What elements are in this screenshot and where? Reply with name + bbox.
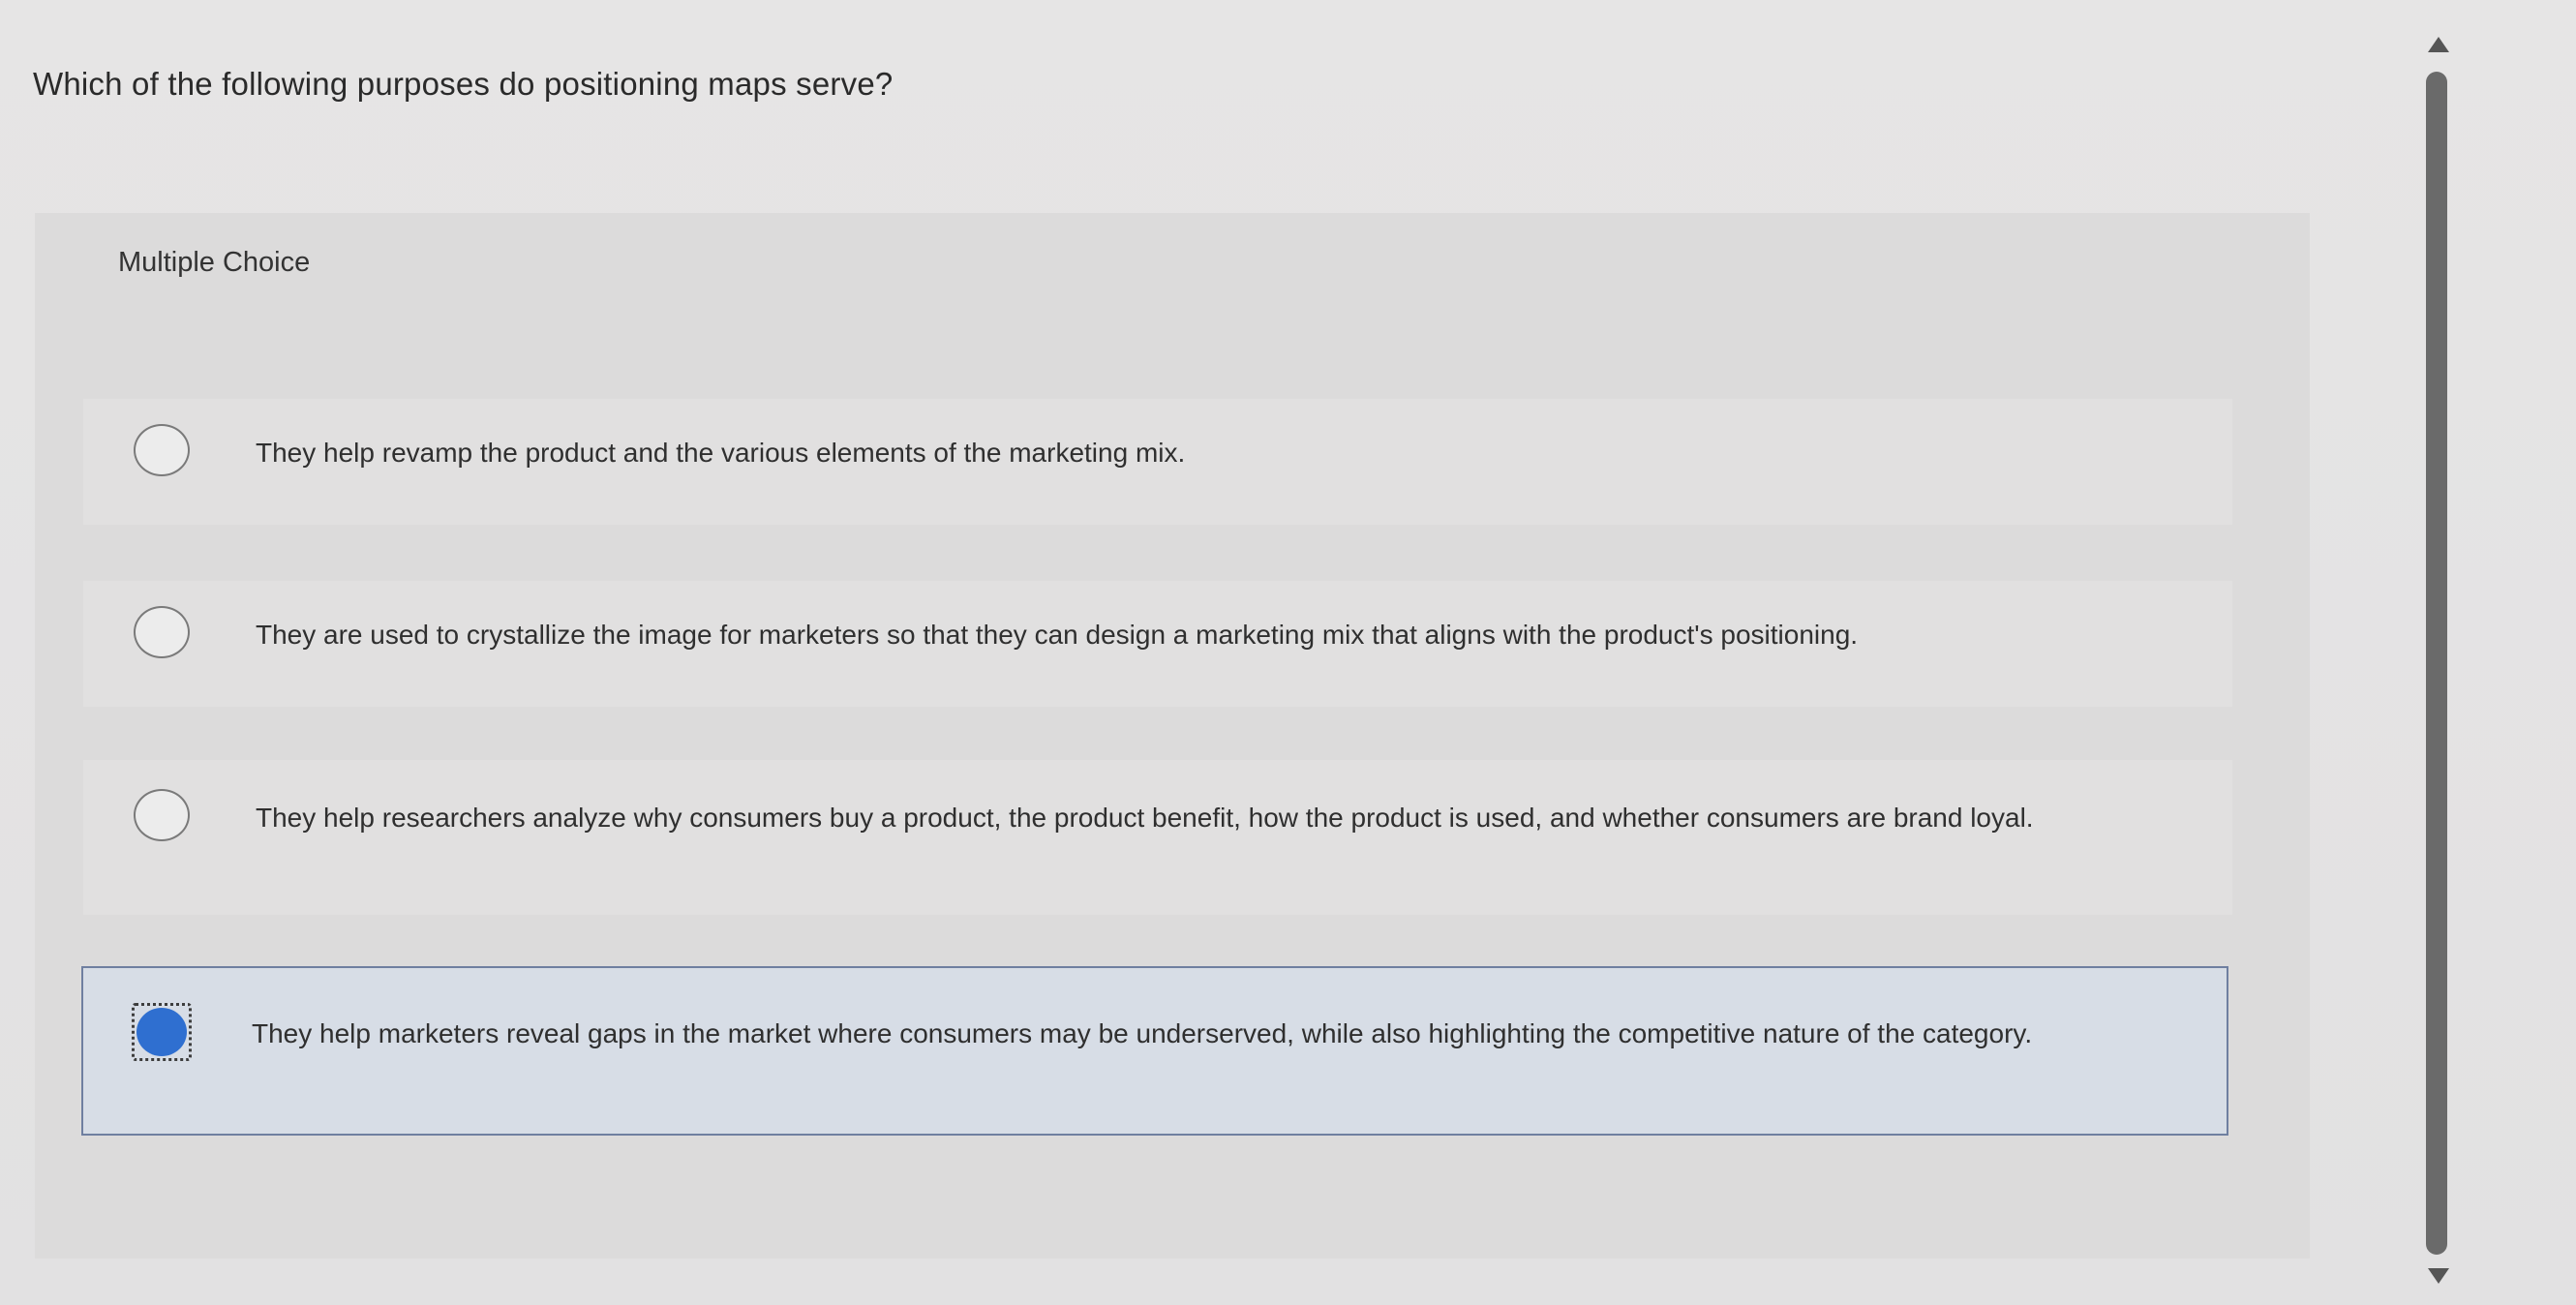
- answer-option-text: They help revamp the product and the var…: [256, 438, 1186, 468]
- radio-button-unselected[interactable]: [134, 789, 190, 841]
- vertical-scrollbar[interactable]: [2420, 29, 2459, 1288]
- radio-button-unselected[interactable]: [134, 424, 190, 476]
- answer-option-text: They help marketers reveal gaps in the m…: [252, 1018, 2033, 1048]
- question-type-label: Multiple Choice: [118, 247, 311, 278]
- question-text: Which of the following purposes do posit…: [33, 66, 894, 102]
- scroll-up-arrow-icon[interactable]: [2428, 37, 2449, 52]
- answer-option-text: They are used to crystallize the image f…: [256, 620, 1859, 650]
- answer-option-2[interactable]: They are used to crystallize the image f…: [83, 581, 2232, 707]
- radio-button-unselected[interactable]: [134, 606, 190, 658]
- answer-option-text: They help researchers analyze why consum…: [256, 803, 2034, 833]
- scrollbar-thumb[interactable]: [2426, 72, 2447, 1255]
- answer-option-3[interactable]: They help researchers analyze why consum…: [83, 760, 2232, 915]
- radio-button-selected[interactable]: [132, 1003, 192, 1061]
- answer-option-1[interactable]: They help revamp the product and the var…: [83, 399, 2232, 525]
- quiz-page: Which of the following purposes do posit…: [0, 0, 2576, 1305]
- selected-dot-icon: [136, 1008, 187, 1056]
- answer-option-4-selected[interactable]: They help marketers reveal gaps in the m…: [81, 966, 2228, 1136]
- scroll-down-arrow-icon[interactable]: [2428, 1268, 2449, 1284]
